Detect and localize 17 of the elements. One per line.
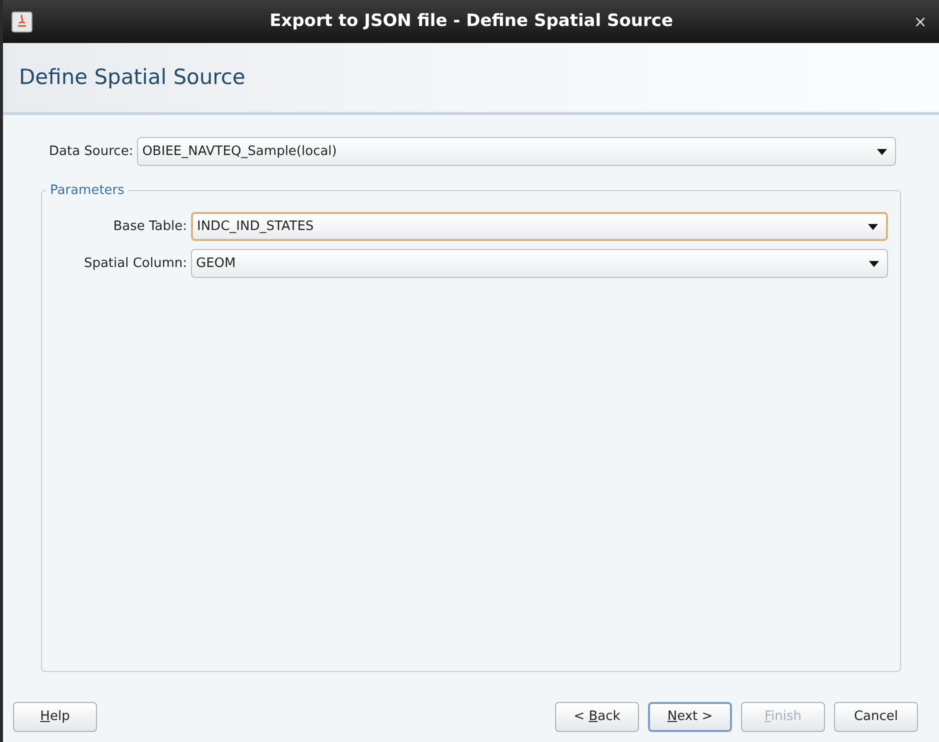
dialog-button[interactable]: < Back: [555, 702, 639, 732]
field-label: Data Source:: [49, 142, 134, 161]
field-label: Base Table:: [112, 218, 187, 236]
dialog-button[interactable]: Next >: [648, 702, 732, 732]
close-button[interactable]: ×: [910, 10, 931, 34]
dropdown-arrow-icon: [868, 224, 878, 230]
app-icon: [11, 10, 33, 33]
dialog-button[interactable]: Cancel: [834, 702, 918, 732]
dropdown-field[interactable]: INDC_IND_STATES: [191, 212, 888, 241]
window-title: Export to JSON file - Define Spatial Source: [268, 10, 674, 33]
dropdown-field[interactable]: OBIEE_NAVTEQ_Sample(local): [137, 137, 896, 166]
dropdown-field[interactable]: GEOM: [191, 249, 888, 278]
dropdown-arrow-icon: [869, 260, 879, 266]
page-title: Define Spatial Source: [19, 64, 246, 91]
dialog-button[interactable]: Help: [13, 702, 97, 732]
field-label: Spatial Column:: [82, 254, 187, 273]
dropdown-arrow-icon: [877, 148, 887, 154]
